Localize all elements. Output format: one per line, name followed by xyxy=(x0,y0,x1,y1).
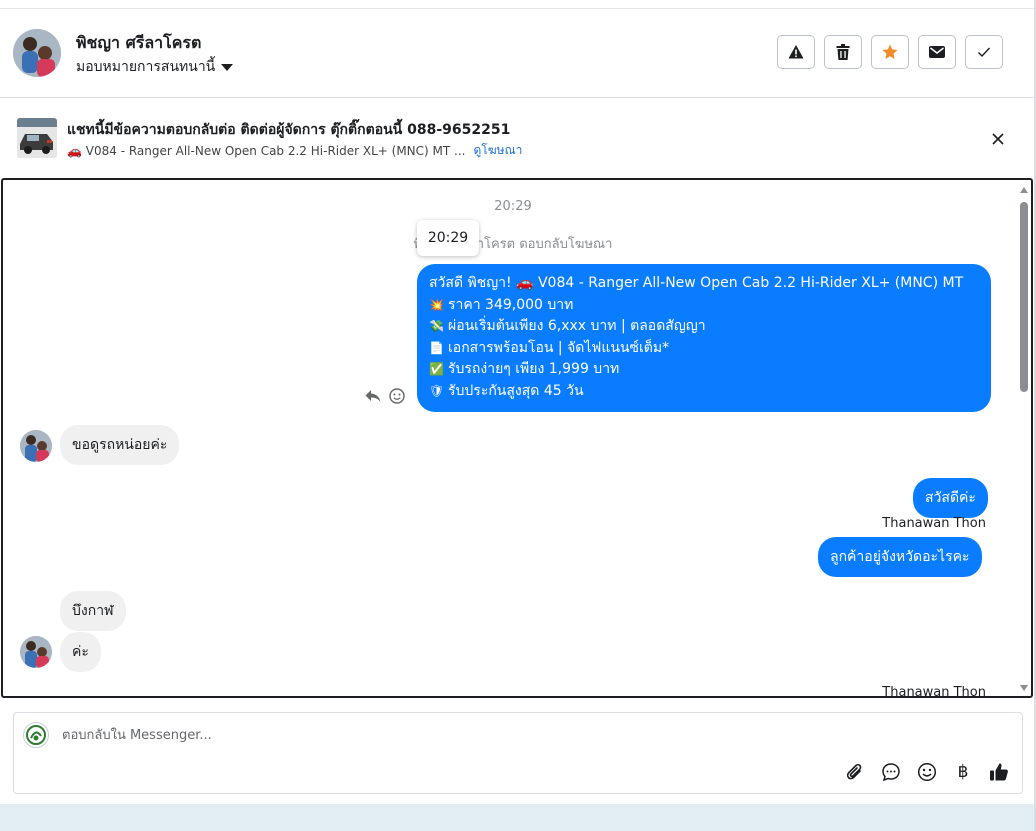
ad-message-line-text: สวัสดี พิชญา! 🚗 V084 - Ranger All-New Op… xyxy=(429,275,964,291)
check-icon xyxy=(978,47,991,58)
conversation-header: พิชญา ศรีลาโครต มอบหมายการสนทนานี้ xyxy=(0,9,1034,98)
ad-banner-subtitle: 🚗 V084 - Ranger All-New Open Cab 2.2 Hi-… xyxy=(67,141,522,160)
page-avatar xyxy=(23,722,49,748)
scroll-up-icon[interactable] xyxy=(1020,186,1028,194)
ad-message-line-text: รับประกันสูงสุด 45 วัน xyxy=(448,382,584,399)
ad-message-line: 💸 ผ่อนเริ่มต้นเพียง 6,xxx บาท | ตลอดสัญญา xyxy=(429,316,979,338)
attach-button[interactable] xyxy=(844,761,866,783)
check-emoji: ✅ xyxy=(429,362,444,377)
message-input[interactable] xyxy=(62,723,762,747)
ad-thumbnail xyxy=(17,118,57,158)
ad-message-line: 💥 ราคา 349,000 บาท xyxy=(429,295,979,317)
envelope-icon xyxy=(929,46,945,58)
document-emoji: 📄 xyxy=(429,340,444,355)
contact-avatar-small xyxy=(20,636,52,668)
reply-composer: ฿ xyxy=(13,712,1023,794)
scrollbar-thumb[interactable] xyxy=(1020,202,1028,392)
paperclip-icon xyxy=(846,763,862,780)
incoming-message[interactable]: ขอดูรถหน่อยค่ะ xyxy=(60,425,180,465)
incoming-message[interactable]: บึงกาฬ xyxy=(60,591,126,631)
mark-unread-button[interactable] xyxy=(918,35,956,69)
ad-product-name: 🚗 V084 - Ranger All-New Open Cab 2.2 Hi-… xyxy=(67,144,465,158)
ad-message-line-text: ราคา 349,000 บาท xyxy=(448,296,574,313)
warning-icon xyxy=(788,45,804,59)
ad-message-line: 📄 เอกสารพร้อมโอน | จัดไฟแนนซ์เต็ม* xyxy=(429,338,979,360)
time-tooltip: 20:29 xyxy=(417,220,479,256)
ad-reply-banner: แชทนี้มีข้อความตอบกลับต่อ ติดต่อผู้จัดกา… xyxy=(0,98,1034,176)
emoji-button[interactable] xyxy=(916,761,938,783)
message-thread[interactable]: 20:29 พิชญา ศรีลาโครต ตอบกลับโฆษณา 20:29… xyxy=(1,178,1033,698)
contact-avatar-small xyxy=(20,430,52,462)
ad-message-line: ✅ รับรถง่ายๆ เพียง 1,999 บาท xyxy=(429,359,979,381)
star-icon xyxy=(882,44,898,59)
sender-name: Thanawan Thon xyxy=(882,516,986,531)
outgoing-message[interactable]: สวัสดีค่ะ xyxy=(913,478,988,518)
sender-name: Thanawan Thon xyxy=(882,685,986,698)
close-icon xyxy=(992,133,1004,145)
payment-button[interactable]: ฿ xyxy=(952,761,974,783)
ad-greeting-message[interactable]: สวัสดี พิชญา! 🚗 V084 - Ranger All-New Op… xyxy=(417,264,991,412)
bottom-strip xyxy=(0,804,1036,831)
assign-label: มอบหมายการสนทนานี้ xyxy=(76,59,216,75)
delete-button[interactable] xyxy=(824,35,862,69)
thumbs-up-icon xyxy=(990,763,1008,781)
header-actions xyxy=(777,35,1003,69)
react-emoji-icon[interactable] xyxy=(389,388,405,404)
message-timestamp: 20:29 xyxy=(494,199,532,214)
ad-message-line: 🛡 รับประกันสูงสุด 45 วัน xyxy=(429,381,979,403)
ad-banner-title: แชทนี้มีข้อความตอบกลับต่อ ติดต่อผู้จัดกา… xyxy=(67,122,511,138)
view-ad-link[interactable]: ดูโฆษณา xyxy=(473,141,522,160)
close-banner-button[interactable] xyxy=(988,129,1008,149)
mark-done-button[interactable] xyxy=(965,35,1003,69)
message-actions xyxy=(365,388,405,404)
composer-tools: ฿ xyxy=(844,761,1010,783)
reply-icon[interactable] xyxy=(365,389,381,403)
explosion-emoji: 💥 xyxy=(429,297,444,312)
star-button[interactable] xyxy=(871,35,909,69)
car-emoji: 🚗 xyxy=(67,143,82,158)
outgoing-message[interactable]: ลูกค้าอยู่จังหวัดอะไรคะ xyxy=(818,537,982,577)
baht-icon: ฿ xyxy=(957,762,969,782)
send-like-button[interactable] xyxy=(988,761,1010,783)
mark-spam-button[interactable] xyxy=(777,35,815,69)
emoji-icon xyxy=(917,762,937,782)
assign-conversation-dropdown[interactable]: มอบหมายการสนทนานี้ xyxy=(76,56,234,78)
ad-message-line-text: เอกสารพร้อมโอน | จัดไฟแนนซ์เต็ม* xyxy=(448,339,670,356)
shield-emoji: 🛡 xyxy=(429,383,445,398)
thread-scrollbar[interactable] xyxy=(1018,184,1030,696)
chat-bubble-icon xyxy=(882,763,900,782)
money-emoji: 💸 xyxy=(429,319,444,334)
ad-message-line-text: ผ่อนเริ่มต้นเพียง 6,xxx บาท | ตลอดสัญญา xyxy=(448,318,706,335)
ad-product-text: V084 - Ranger All-New Open Cab 2.2 Hi-Ri… xyxy=(85,143,466,158)
contact-avatar[interactable] xyxy=(13,29,61,77)
contact-name: พิชญา ศรีลาโครต xyxy=(76,33,202,52)
scroll-down-icon[interactable] xyxy=(1020,684,1028,692)
caret-down-icon xyxy=(221,63,234,71)
trash-icon xyxy=(836,44,850,60)
ad-message-line-text: รับรถง่ายๆ เพียง 1,999 บาท xyxy=(448,361,620,378)
ad-message-line: สวัสดี พิชญา! 🚗 V084 - Ranger All-New Op… xyxy=(429,273,979,295)
saved-replies-button[interactable] xyxy=(880,761,902,783)
ad-reply-note: พิชญา ศรีลาโครต ตอบกลับโฆษณา xyxy=(413,237,613,252)
incoming-message[interactable]: ค่ะ xyxy=(60,632,101,672)
